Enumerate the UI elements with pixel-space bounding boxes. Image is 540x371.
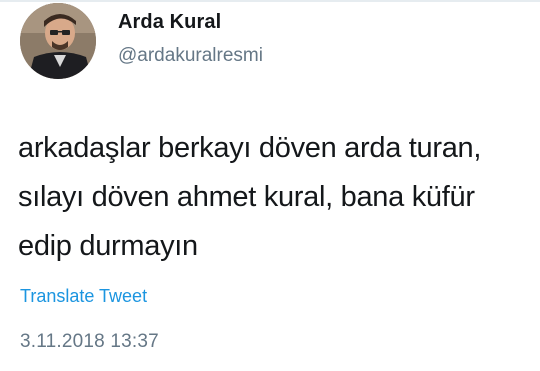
- display-name[interactable]: Arda Kural: [118, 10, 263, 34]
- translate-tweet-link[interactable]: Translate Tweet: [20, 285, 147, 307]
- tweet-text-line: sılayı döven ahmet kural, bana küfür: [18, 181, 475, 213]
- tweet-text-line: arkadaşlar berkayı döven arda turan,: [18, 132, 482, 164]
- tweet-text: arkadaşlar berkayı döven arda turan, sıl…: [18, 124, 533, 271]
- tweet-timestamp[interactable]: 3.11.2018 13:37: [20, 330, 159, 354]
- profile-photo-icon: [20, 3, 96, 79]
- avatar[interactable]: [20, 3, 96, 79]
- user-handle[interactable]: @ardakuralresmi: [118, 44, 263, 68]
- author-block[interactable]: Arda Kural @ardakuralresmi: [118, 10, 263, 68]
- tweet-card: Arda Kural @ardakuralresmi arkadaşlar be…: [0, 0, 540, 371]
- tweet-text-line: edip durmayın: [18, 230, 198, 262]
